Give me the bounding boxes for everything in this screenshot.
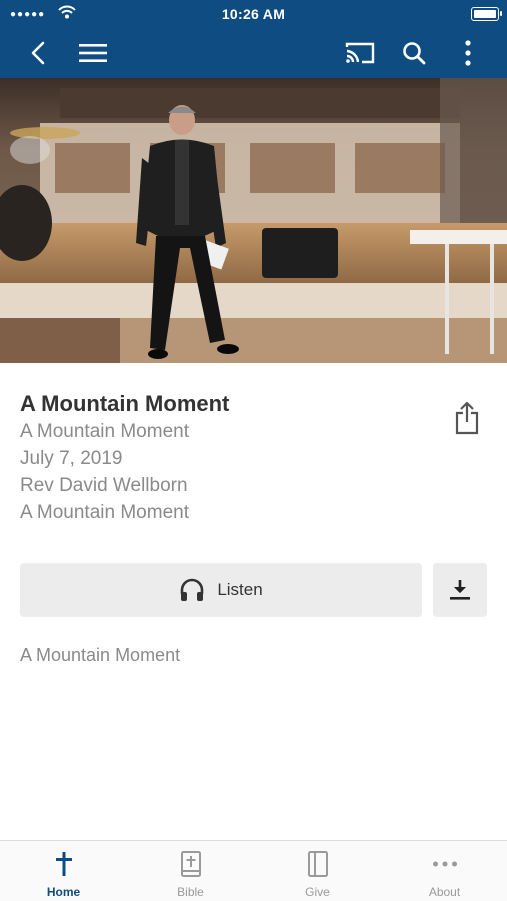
more-horizontal-icon — [432, 861, 457, 867]
more-options-button[interactable] — [450, 35, 486, 71]
sermon-speaker: Rev David Wellborn — [20, 475, 188, 496]
tab-give[interactable]: Give — [254, 841, 381, 901]
download-icon — [450, 580, 470, 600]
back-button[interactable] — [20, 35, 56, 71]
search-icon — [403, 42, 426, 65]
sermon-title: A Mountain Moment — [20, 391, 230, 416]
cast-button[interactable] — [342, 35, 378, 71]
sermon-hero-image — [0, 78, 507, 363]
sermon-series: A Mountain Moment — [20, 421, 189, 442]
tab-about-label: About — [428, 885, 461, 899]
listen-label: Listen — [217, 580, 263, 599]
sermon-category: A Mountain Moment — [20, 502, 189, 523]
download-button[interactable] — [433, 563, 487, 617]
tab-about[interactable]: About — [381, 841, 507, 901]
bottom-tab-bar: Home Bible Give About — [0, 840, 507, 901]
sermon-description: A Mountain Moment — [20, 645, 181, 665]
status-time: 10:26 AM — [221, 6, 286, 22]
menu-icon — [79, 44, 107, 62]
tab-bible-label: Bible — [177, 885, 204, 899]
bible-icon — [180, 851, 201, 877]
cast-icon — [345, 42, 375, 64]
back-icon — [31, 41, 45, 65]
share-button[interactable] — [449, 398, 485, 438]
tab-give-label: Give — [305, 885, 330, 899]
share-icon — [455, 401, 479, 435]
battery-icon — [471, 7, 502, 21]
more-vertical-icon — [465, 40, 471, 66]
tab-home[interactable]: Home — [0, 841, 127, 901]
menu-button[interactable] — [75, 35, 111, 71]
tab-bible[interactable]: Bible — [127, 841, 254, 901]
cross-icon — [55, 852, 72, 876]
headphones-icon — [181, 578, 204, 601]
status-bar: ●●●●● 10:26 AM — [0, 0, 507, 28]
search-button[interactable] — [396, 35, 432, 71]
navigation-row — [0, 28, 507, 78]
tab-home-label: Home — [46, 885, 81, 899]
sermon-date: July 7, 2019 — [20, 448, 123, 469]
top-app-bar: ●●●●● 10:26 AM — [0, 0, 507, 78]
sermon-details: A Mountain Moment A Mountain Moment July… — [20, 390, 487, 526]
listen-button[interactable]: Listen — [20, 563, 422, 617]
give-icon — [307, 851, 328, 877]
